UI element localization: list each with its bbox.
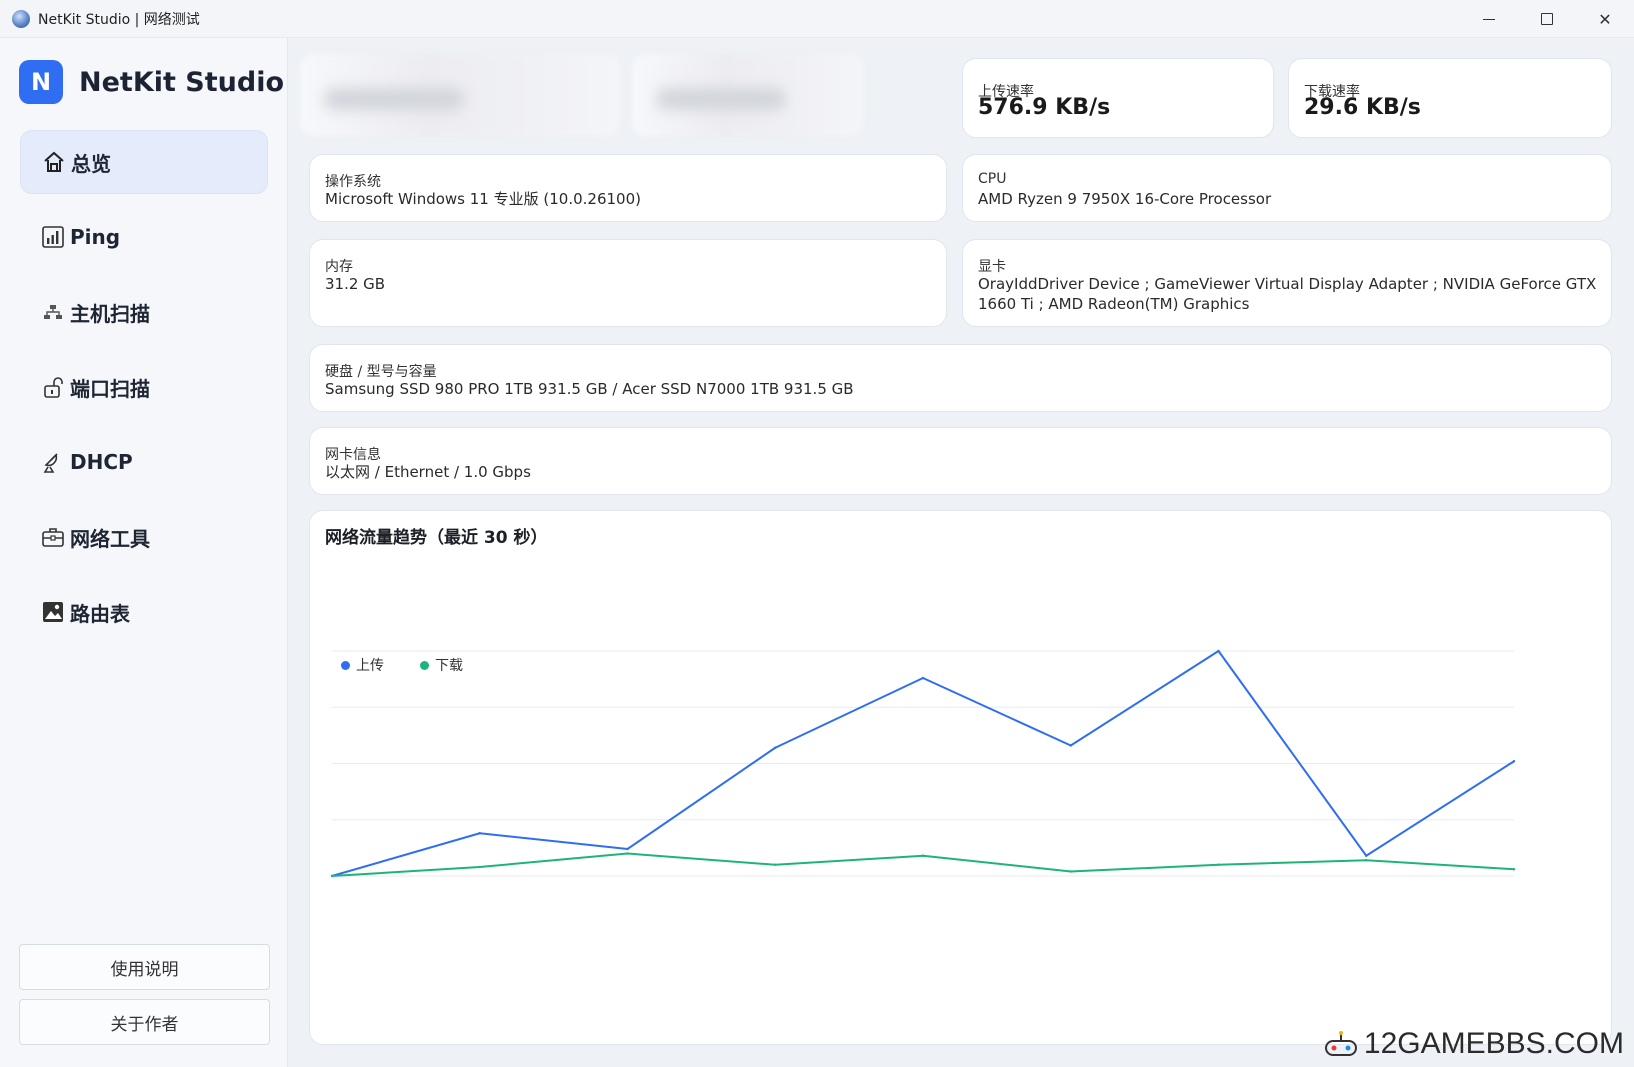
gpu-label: 显卡 <box>978 259 1006 275</box>
nav-label: DHCP <box>70 450 133 474</box>
upload-point <box>1217 649 1220 653</box>
satellite-icon <box>40 449 66 475</box>
gpu-value: OrayIddDriver Device ; GameViewer Virtua… <box>978 275 1597 313</box>
download-point <box>1512 868 1516 871</box>
minimize-icon <box>1483 18 1495 20</box>
nav-menu: 总览 Ping 主机扫描 端口扫描 DHCP 网络工具 路由表 <box>20 130 268 655</box>
nav-item-host-scan[interactable]: 主机扫描 <box>20 280 268 344</box>
close-button[interactable]: ✕ <box>1576 0 1634 38</box>
network-icon <box>40 299 66 325</box>
upload-point <box>1069 744 1072 747</box>
blurred-card <box>632 54 864 136</box>
upload-point <box>626 847 629 851</box>
upload-point <box>1512 760 1516 763</box>
nav-label: 路由表 <box>70 601 130 626</box>
blurred-card <box>300 54 620 136</box>
traffic-line-chart <box>330 649 1516 878</box>
download-point <box>774 863 777 866</box>
download-point <box>626 852 629 855</box>
nic-card: 网卡信息 以太网 / Ethernet / 1.0 Gbps <box>309 427 1612 495</box>
nav-label: 网络工具 <box>70 526 150 551</box>
nic-value: 以太网 / Ethernet / 1.0 Gbps <box>325 463 531 481</box>
download-point <box>1217 863 1220 866</box>
upload-speed-card: 上传速率 576.9 KB/s <box>962 58 1274 138</box>
disk-value: Samsung SSD 980 PRO 1TB 931.5 GB / Acer … <box>325 380 854 398</box>
image-icon <box>40 599 66 625</box>
upload-speed-value: 576.9 KB/s <box>978 95 1111 120</box>
nav-item-route-table[interactable]: 路由表 <box>20 580 268 644</box>
nav-item-overview[interactable]: 总览 <box>20 130 268 194</box>
nav-label: 端口扫描 <box>70 376 150 401</box>
download-point <box>1069 870 1072 873</box>
title-bar: NetKit Studio | 网络测试 ✕ <box>0 0 1634 38</box>
nav-label: Ping <box>70 225 121 249</box>
nic-label: 网卡信息 <box>325 447 381 463</box>
window-title: NetKit Studio | 网络测试 <box>38 11 200 28</box>
nav-item-dhcp[interactable]: DHCP <box>20 430 268 494</box>
gamepad-icon <box>1324 1031 1357 1056</box>
memory-label: 内存 <box>325 259 353 275</box>
upload-point <box>1365 854 1368 857</box>
unlock-icon <box>40 374 66 400</box>
download-speed-card: 下载速率 29.6 KB/s <box>1288 58 1612 138</box>
manual-button[interactable]: 使用说明 <box>19 944 270 990</box>
maximize-icon <box>1541 13 1553 25</box>
nav-item-port-scan[interactable]: 端口扫描 <box>20 355 268 419</box>
disk-card: 硬盘 / 型号与容量 Samsung SSD 980 PRO 1TB 931.5… <box>309 344 1612 412</box>
traffic-chart-card: 网络流量趋势（最近 30 秒） 上传 下载 <box>309 510 1612 1045</box>
minimize-button[interactable] <box>1460 0 1518 38</box>
brand: N NetKit Studio <box>19 60 284 104</box>
download-point <box>330 874 334 878</box>
home-icon <box>41 149 67 175</box>
nav-label: 总览 <box>71 151 111 176</box>
close-icon: ✕ <box>1598 9 1612 29</box>
brand-logo: N <box>19 60 63 104</box>
globe-app-icon <box>12 9 30 28</box>
memory-card: 内存 31.2 GB <box>309 239 947 327</box>
download-speed-value: 29.6 KB/s <box>1304 95 1421 120</box>
nav-item-ping[interactable]: Ping <box>20 205 268 269</box>
bar-chart-icon <box>40 224 66 250</box>
nav-label: 主机扫描 <box>70 301 150 326</box>
memory-value: 31.2 GB <box>325 275 386 293</box>
about-button[interactable]: 关于作者 <box>19 999 270 1045</box>
cpu-label: CPU <box>978 171 1007 187</box>
nav-item-network-tools[interactable]: 网络工具 <box>20 505 268 569</box>
window-controls: ✕ <box>1460 0 1634 38</box>
os-value: Microsoft Windows 11 专业版 (10.0.26100) <box>325 190 641 208</box>
brand-name: NetKit Studio <box>79 66 285 98</box>
site-watermark: 12GAMEBBS.COM <box>1324 1027 1624 1061</box>
download-point <box>1365 859 1368 862</box>
watermark-text: 12GAMEBBS.COM <box>1363 1027 1624 1060</box>
os-label: 操作系统 <box>325 174 381 190</box>
upload-point <box>478 832 481 835</box>
download-point <box>921 854 925 857</box>
upload-point <box>774 746 777 749</box>
upload-point <box>921 676 925 680</box>
cpu-card: CPU AMD Ryzen 9 7950X 16-Core Processor <box>962 154 1612 222</box>
toolbox-icon <box>40 524 66 550</box>
download-point <box>478 865 481 869</box>
disk-label: 硬盘 / 型号与容量 <box>325 364 437 380</box>
os-card: 操作系统 Microsoft Windows 11 专业版 (10.0.2610… <box>309 154 947 222</box>
sidebar: N NetKit Studio 总览 Ping 主机扫描 端口扫描 DHCP 网… <box>0 38 288 1067</box>
cpu-value: AMD Ryzen 9 7950X 16-Core Processor <box>978 190 1272 208</box>
maximize-button[interactable] <box>1518 0 1576 38</box>
gpu-card: 显卡 OrayIddDriver Device ; GameViewer Vir… <box>962 239 1612 327</box>
